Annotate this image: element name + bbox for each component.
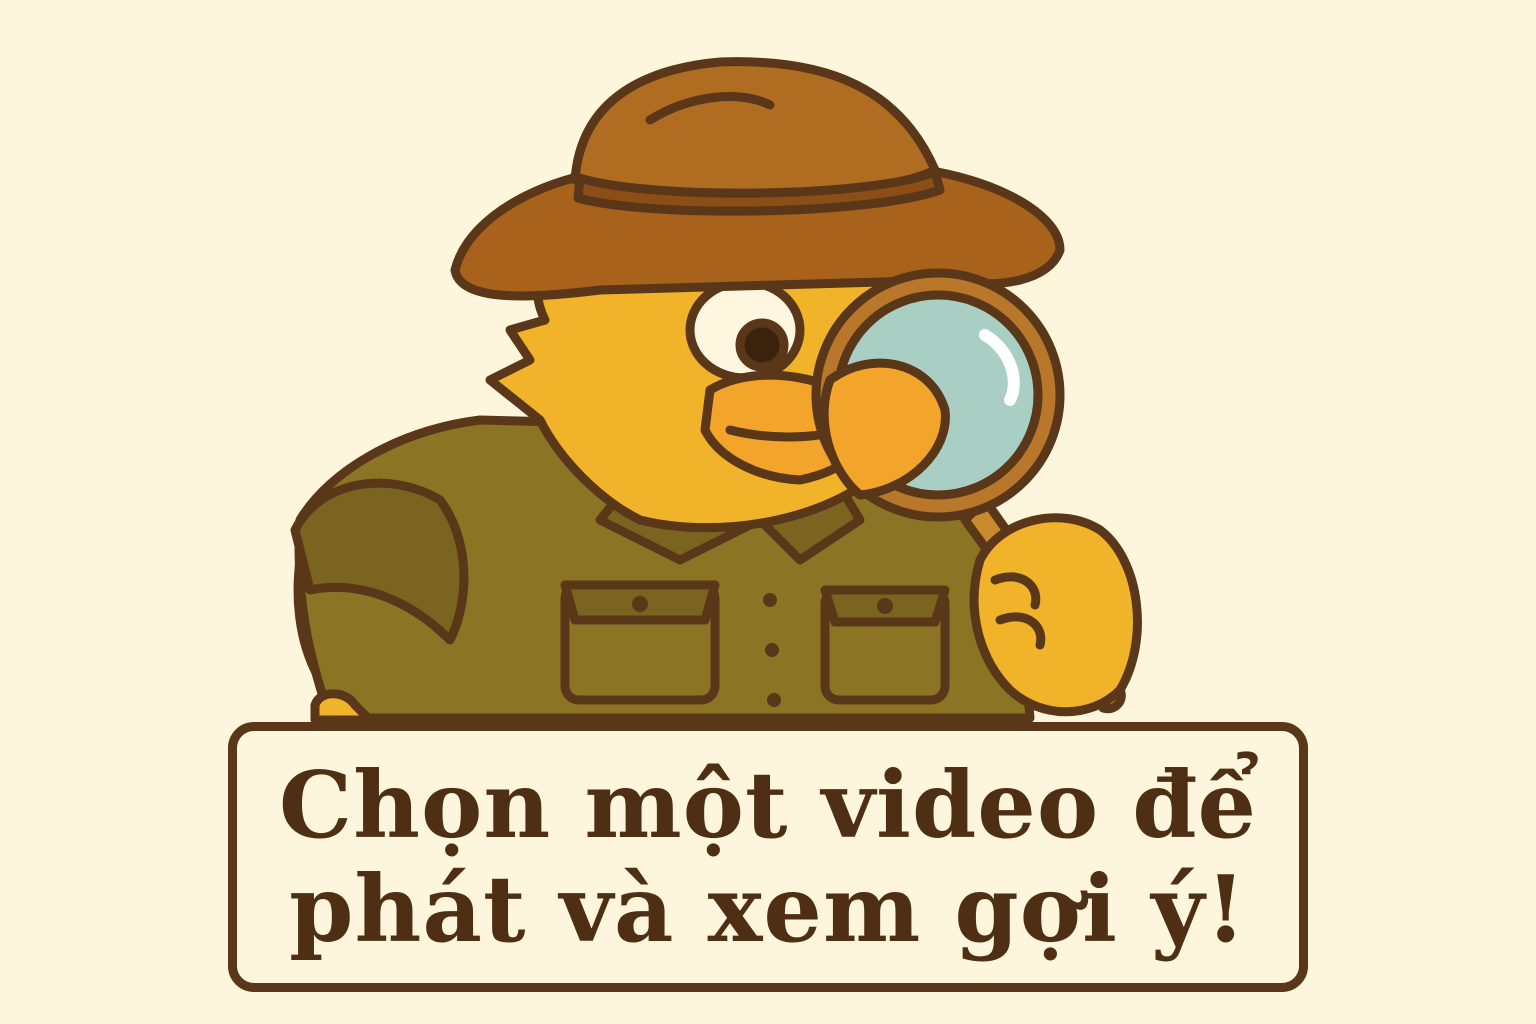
pocket-button-right [877, 598, 893, 614]
empty-state-message: Chọn một video để phát và xem gợi ý! [279, 753, 1257, 961]
shirt-button [767, 693, 781, 707]
bird-pupil [735, 318, 789, 372]
pocket-button-left [632, 596, 648, 612]
empty-state-banner: Chọn một video để phát và xem gợi ý! [228, 722, 1308, 992]
message-line-2: phát và xem gợi ý! [289, 855, 1247, 963]
hat-crown [570, 57, 940, 201]
empty-state: Chọn một video để phát và xem gợi ý! [0, 0, 1536, 1024]
bird-hand [969, 513, 1142, 717]
shirt-button [763, 593, 777, 607]
shirt-button [765, 643, 779, 657]
message-line-1: Chọn một video để [278, 751, 1258, 859]
